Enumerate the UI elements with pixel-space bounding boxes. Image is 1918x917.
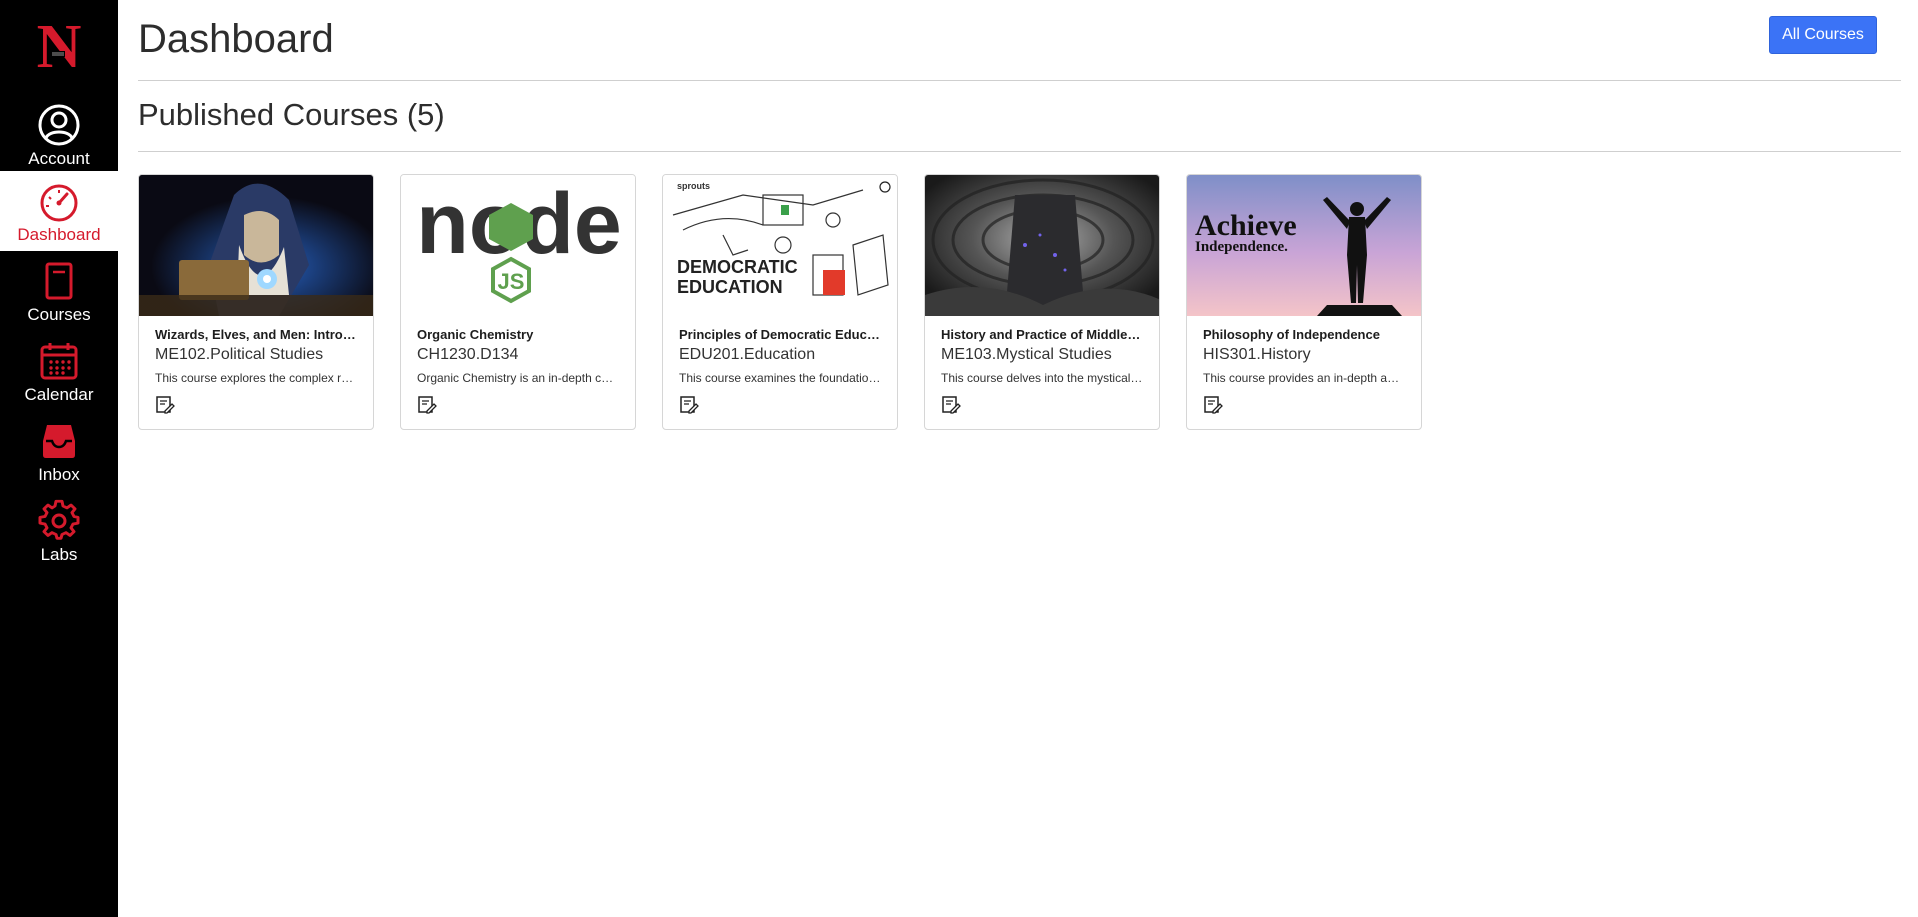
- main-content: Dashboard All Courses Published Courses …: [138, 0, 1901, 917]
- sidebar-item-labs[interactable]: Labs: [0, 491, 118, 571]
- sidebar-item-courses[interactable]: Courses: [0, 251, 118, 331]
- sidebar-item-inbox[interactable]: Inbox: [0, 411, 118, 491]
- courses-icon: [45, 262, 73, 300]
- image-text-democratic: DEMOCRATIC: [677, 257, 798, 277]
- course-count: (5): [406, 97, 445, 132]
- sidebar-item-calendar[interactable]: Calendar: [0, 331, 118, 411]
- course-code: HIS301.History: [1203, 346, 1311, 363]
- image-text-achieve: Achieve: [1195, 209, 1297, 242]
- university-logo-icon: N: [37, 15, 82, 75]
- edit-icon[interactable]: [679, 395, 699, 415]
- edit-icon[interactable]: [155, 395, 175, 415]
- course-description: This course delves into the mystical art…: [941, 371, 1143, 385]
- course-code: EDU201.Education: [679, 346, 816, 363]
- course-title[interactable]: Principles of Democratic Education: [679, 326, 881, 344]
- dashboard-icon: [40, 184, 78, 222]
- course-card[interactable]: Wizards, Elves, and Men: Introduction ME…: [138, 174, 374, 430]
- course-code: CH1230.D134: [417, 346, 519, 363]
- header-divider: [138, 80, 1901, 81]
- image-text-independence: Independence.: [1195, 239, 1288, 255]
- course-code: ME103.Mystical Studies: [941, 346, 1112, 363]
- sidebar-item-label: Account: [28, 149, 90, 168]
- sidebar: N Account Dashboard Courses Calendar Inb…: [0, 0, 118, 917]
- section-heading: Published Courses: [138, 97, 399, 132]
- sidebar-item-account[interactable]: Account: [0, 95, 118, 175]
- course-card[interactable]: sprouts DEMOCRATIC EDUCATION Principles …: [662, 174, 898, 430]
- section-title: Published Courses (5): [138, 97, 445, 133]
- democratic-education-image: sprouts DEMOCRATIC EDUCATION: [663, 175, 897, 316]
- mystical-tower-image: [925, 175, 1159, 316]
- course-card[interactable]: History and Practice of Middle-earth Mag…: [924, 174, 1160, 430]
- sidebar-item-label: Calendar: [24, 385, 94, 404]
- all-courses-button[interactable]: All Courses: [1769, 16, 1877, 54]
- achieve-independence-image: Achieve Independence.: [1187, 175, 1421, 316]
- course-card[interactable]: node JS Organic Chemistry CH1230.D134 Or…: [400, 174, 636, 430]
- inbox-icon: [43, 425, 75, 458]
- course-title[interactable]: History and Practice of Middle-earth Mag…: [941, 326, 1143, 344]
- course-description: This course examines the foundations of …: [679, 371, 881, 385]
- course-description: This course explores the complex relatio…: [155, 371, 357, 385]
- image-text-js: JS: [498, 269, 525, 294]
- course-code: ME102.Political Studies: [155, 346, 324, 363]
- gear-icon: [38, 499, 80, 540]
- sidebar-item-label: Inbox: [38, 465, 80, 484]
- sidebar-item-dashboard[interactable]: Dashboard: [0, 171, 118, 251]
- course-title[interactable]: Organic Chemistry: [417, 326, 619, 344]
- image-text-education: EDUCATION: [677, 277, 783, 297]
- course-title[interactable]: Wizards, Elves, and Men: Introduction: [155, 326, 357, 344]
- edit-icon[interactable]: [1203, 395, 1223, 415]
- sidebar-item-label: Labs: [40, 545, 78, 564]
- course-card[interactable]: Achieve Independence. Philosophy of Inde…: [1186, 174, 1422, 430]
- image-text-sprouts: sprouts: [677, 181, 710, 191]
- course-description: Organic Chemistry is an in-depth course …: [417, 371, 619, 385]
- sidebar-item-label: Dashboard: [17, 225, 101, 244]
- logo-letter: N: [37, 15, 82, 75]
- wizard-image: [139, 175, 373, 316]
- calendar-icon: [40, 343, 78, 380]
- course-description: This course provides an in-depth analysi…: [1203, 371, 1405, 385]
- course-title[interactable]: Philosophy of Independence: [1203, 326, 1405, 344]
- sidebar-item-label: Courses: [27, 305, 91, 324]
- logo[interactable]: N: [0, 0, 118, 90]
- account-icon: [38, 104, 80, 146]
- page-title: Dashboard: [138, 17, 334, 61]
- nodejs-logo-image: node JS: [401, 175, 635, 316]
- section-divider: [138, 151, 1901, 152]
- edit-icon[interactable]: [417, 395, 437, 415]
- edit-icon[interactable]: [941, 395, 961, 415]
